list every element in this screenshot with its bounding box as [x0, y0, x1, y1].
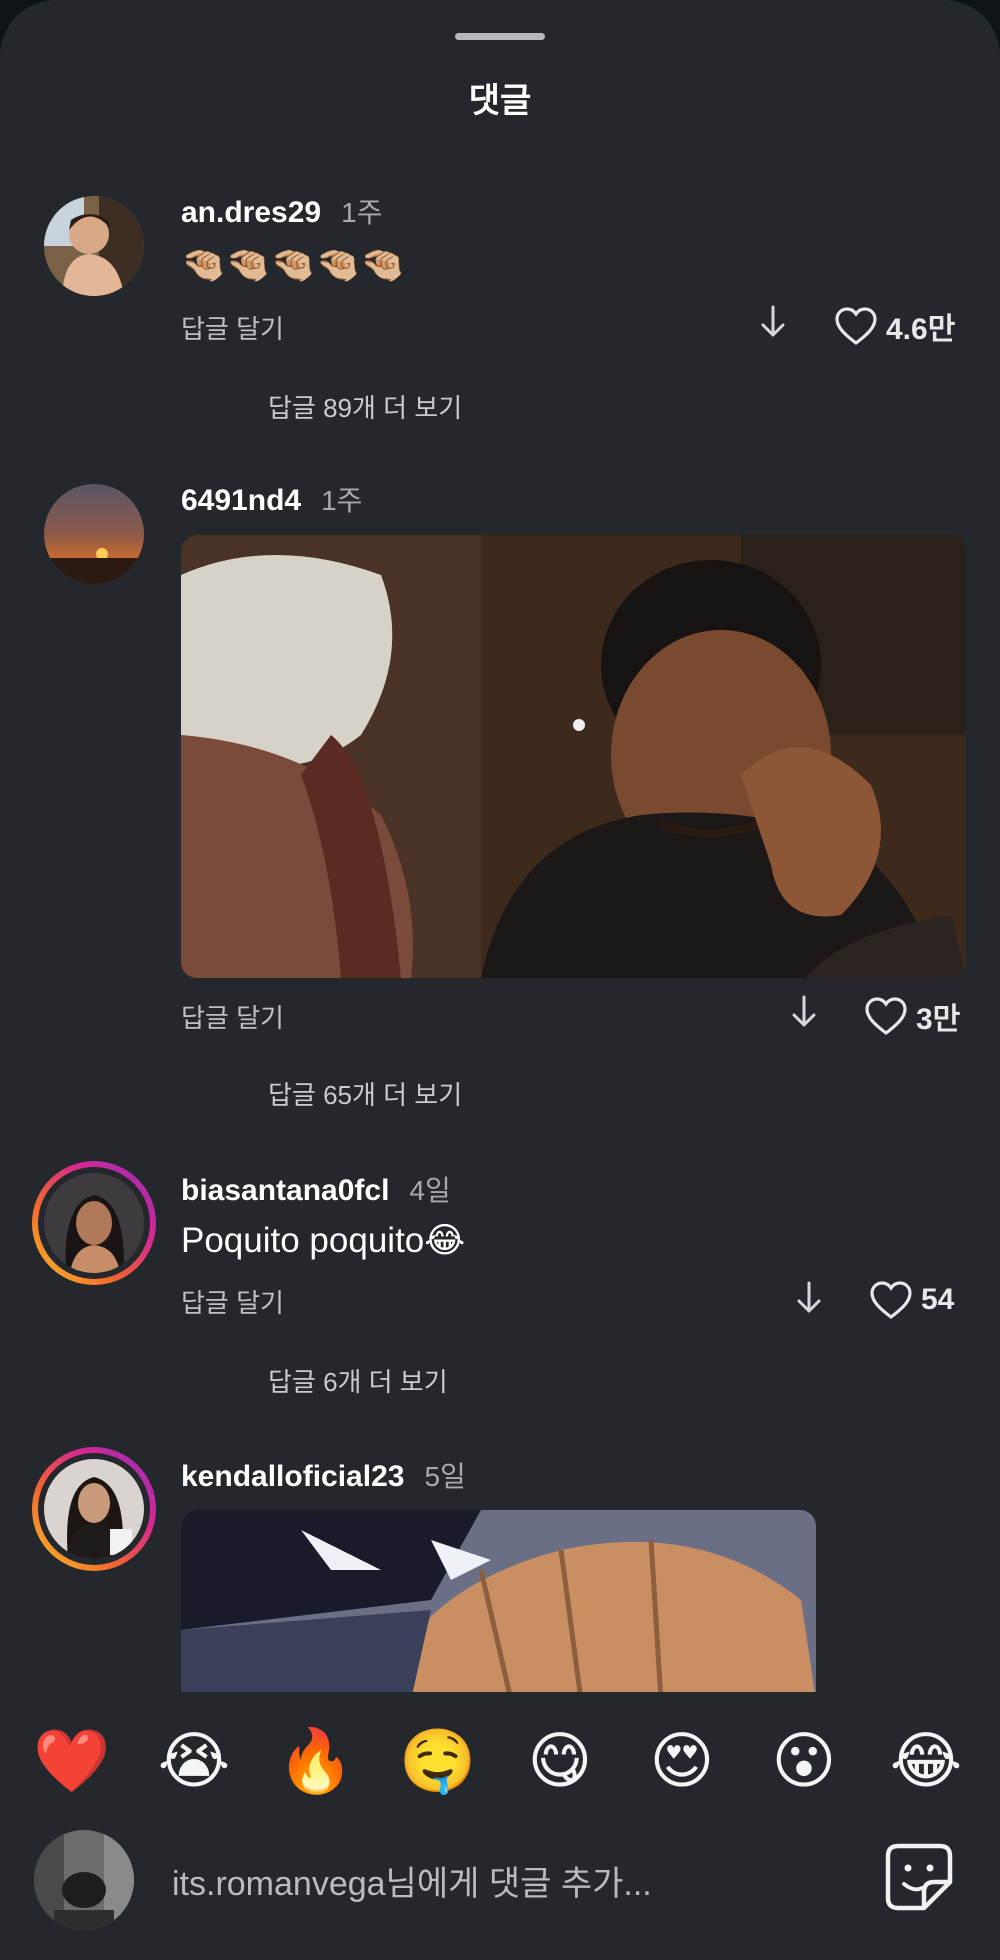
reply-button[interactable]: 답글 달기	[181, 998, 284, 1035]
reply-button[interactable]: 답글 달기	[181, 309, 284, 346]
comment-input[interactable]: its.romanvega님에게 댓글 추가...	[172, 1856, 652, 1905]
comment-username[interactable]: kendalloficial23 5일	[181, 1455, 466, 1495]
sheet-title: 댓글	[468, 82, 532, 120]
reaction-fire[interactable]: 🔥	[276, 1722, 356, 1802]
like-count: 3만	[916, 1003, 961, 1036]
reaction-heart[interactable]: ❤️	[32, 1722, 112, 1802]
down-arrow-icon[interactable]	[795, 1280, 823, 1324]
comment-text: Poquito poquito😂	[181, 1221, 466, 1260]
down-arrow-icon[interactable]	[759, 304, 787, 348]
username-text[interactable]: kendalloficial23	[181, 1460, 404, 1493]
comment-time: 1주	[341, 197, 383, 228]
avatar[interactable]	[44, 484, 144, 584]
view-more-replies[interactable]: 답글 6개 더 보기	[268, 1362, 448, 1399]
heart-icon	[870, 1281, 912, 1320]
username-text[interactable]: an.dres29	[181, 196, 321, 229]
reaction-drooling[interactable]: 🤤	[398, 1722, 478, 1802]
like-button[interactable]: 54	[869, 1280, 954, 1320]
down-arrow-icon[interactable]	[790, 994, 818, 1038]
comment-gif[interactable]	[181, 535, 966, 978]
comment-username[interactable]: biasantana0fcl 4일	[181, 1169, 451, 1209]
comment-username[interactable]: 6491nd4 1주	[181, 479, 362, 519]
heart-icon	[865, 997, 907, 1036]
avatar[interactable]	[44, 1173, 144, 1273]
heart-icon	[835, 307, 877, 346]
comment-gif[interactable]	[181, 1510, 816, 1700]
quick-reactions-bar: ❤️ 😭 🔥 🤤 😋 😍 😮 😂	[0, 1692, 1000, 1832]
comment-username[interactable]: an.dres29 1주	[181, 191, 382, 231]
avatar[interactable]	[44, 196, 144, 296]
sticker-icon[interactable]	[884, 1842, 954, 1912]
reaction-laughing[interactable]: 😂	[886, 1722, 966, 1802]
like-count: 54	[921, 1283, 955, 1316]
avatar	[34, 1830, 134, 1930]
like-count: 4.6만	[886, 313, 956, 346]
comment-composer: its.romanvega님에게 댓글 추가...	[0, 1820, 1000, 1960]
reaction-surprised[interactable]: 😮	[764, 1722, 844, 1802]
comment-time: 5일	[424, 1461, 466, 1492]
reaction-yum[interactable]: 😋	[520, 1722, 600, 1802]
comment-time: 4일	[409, 1175, 451, 1206]
story-ring[interactable]	[32, 1161, 156, 1285]
comment-time: 1주	[321, 485, 363, 516]
comments-sheet: 댓글 an.dres29 1주 🤏🏼🤏🏼🤏🏼🤏🏼🤏🏼 답글 달기 4.6만 답글…	[0, 0, 1000, 1960]
reaction-heart-eyes[interactable]: 😍	[642, 1722, 722, 1802]
reply-button[interactable]: 답글 달기	[181, 1283, 284, 1320]
sheet-grabber[interactable]	[455, 33, 545, 40]
username-text[interactable]: 6491nd4	[181, 484, 301, 517]
view-more-replies[interactable]: 답글 65개 더 보기	[268, 1075, 462, 1112]
reaction-crying[interactable]: 😭	[154, 1722, 234, 1802]
comment-text: 🤏🏼🤏🏼🤏🏼🤏🏼🤏🏼	[181, 244, 406, 285]
story-ring[interactable]	[32, 1447, 156, 1571]
view-more-replies[interactable]: 답글 89개 더 보기	[268, 388, 462, 425]
like-button[interactable]: 3만	[864, 994, 960, 1038]
avatar[interactable]	[44, 1459, 144, 1559]
like-button[interactable]: 4.6만	[834, 304, 955, 348]
username-text[interactable]: biasantana0fcl	[181, 1174, 389, 1207]
